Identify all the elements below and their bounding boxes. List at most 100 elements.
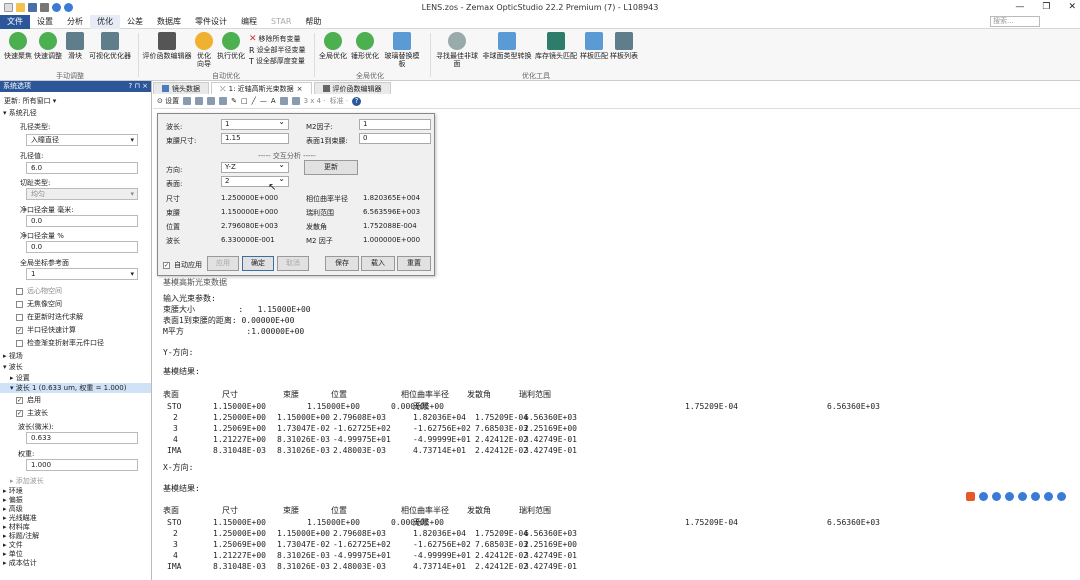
cancel-button[interactable]: 取消	[277, 256, 309, 271]
hammer-optimize-button[interactable]: 锤形优化	[350, 32, 380, 60]
update-button[interactable]: 更新	[304, 160, 358, 175]
primary-wavelength-checkbox[interactable]: ✓ 主波长	[16, 408, 48, 418]
search-input[interactable]: 搜索...	[990, 16, 1040, 27]
enable-checkbox[interactable]: ✓ 启用	[16, 395, 41, 405]
tab-lens-data[interactable]: 镜头数据	[153, 82, 209, 94]
tab-merit-editor[interactable]: 评价函数编辑器	[313, 82, 391, 94]
surface-select[interactable]: 2	[221, 174, 289, 187]
quick-adjust-button[interactable]: 快速调整	[34, 32, 62, 60]
menu-optimize[interactable]: 优化	[90, 14, 120, 29]
save-settings-button[interactable]: 保存	[325, 256, 359, 271]
text-icon[interactable]: A	[271, 97, 276, 105]
reset-settings-button[interactable]: 重置	[397, 256, 431, 271]
menu-setup[interactable]: 设置	[30, 15, 60, 29]
ok-button[interactable]: 确定	[242, 256, 274, 271]
skin-icon[interactable]	[1044, 492, 1053, 501]
settings-button[interactable]: ⊙ 设置	[157, 96, 179, 106]
punctuation-icon[interactable]	[992, 492, 1001, 501]
fast-semi-diameter-checkbox[interactable]: ✓ 半口径快速计算	[16, 325, 76, 335]
telecentric-checkbox[interactable]: 远心物空间	[16, 286, 62, 296]
asphere-type-convert-button[interactable]: 非球面类型转换	[482, 32, 532, 60]
voice-icon[interactable]	[1018, 492, 1027, 501]
line-icon[interactable]: ╱	[252, 97, 256, 105]
global-ref-select[interactable]: 1 ▾	[26, 268, 138, 280]
fields-section[interactable]: ▸ 视场	[3, 351, 23, 361]
quick-focus-button[interactable]: 快速聚焦	[4, 32, 32, 60]
close-button[interactable]: ✕	[1068, 2, 1076, 12]
maximize-button[interactable]: ❐	[1042, 2, 1050, 12]
refresh-icon[interactable]	[183, 97, 192, 105]
table-cell: 1.82036E+04	[413, 413, 466, 422]
dash-icon[interactable]: —	[260, 97, 267, 105]
global-optimize-button[interactable]: 全局优化	[318, 32, 348, 60]
keyboard-icon[interactable]	[1031, 492, 1040, 501]
aperture-section[interactable]: ▾ 系统孔径	[3, 108, 37, 118]
aperture-value-input[interactable]: 6.0	[26, 162, 138, 174]
clear-margin-mm-input[interactable]: 0.0	[26, 215, 138, 227]
panel-pin-icon[interactable]: ? ⊓ ×	[129, 81, 149, 92]
menu-help[interactable]: 帮助	[298, 15, 328, 29]
aperture-type-select[interactable]: 入瞳直径 ▾	[26, 134, 138, 146]
iterate-solves-checkbox[interactable]: 在更新时迭代求解	[16, 312, 83, 322]
slider-button[interactable]: 滑块	[64, 32, 86, 60]
wavelength-settings[interactable]: ▸ 设置	[10, 373, 30, 383]
add-wavelength-button[interactable]: ▸ 添加波长	[10, 476, 44, 486]
help-icon[interactable]: ?	[352, 96, 362, 106]
weight-input[interactable]: 1.000	[26, 459, 138, 471]
pencil-icon[interactable]: ✎	[231, 97, 237, 105]
wavelength-select[interactable]: 1	[221, 117, 289, 130]
layout-select[interactable]: 3 x 4 ·	[304, 97, 326, 105]
stock-lens-match-button[interactable]: 库存镜头匹配	[534, 32, 578, 60]
set-radius-variables[interactable]: R 设全部半径变量	[249, 45, 306, 55]
menu-star[interactable]: STAR	[264, 15, 298, 29]
remove-all-variables[interactable]: ✕ 移除所有变量	[249, 34, 301, 44]
tab-gaussian-beam[interactable]: ⤫ 1: 近轴高斯光束数据 ×	[211, 82, 312, 94]
toolbox-icon[interactable]	[1057, 492, 1066, 501]
col-divergence: 发散角	[467, 506, 491, 515]
optimize-run-button[interactable]: 执行优化	[216, 32, 246, 60]
load-settings-button[interactable]: 载入	[361, 256, 395, 271]
wavelength-1-item[interactable]: ▾ 波长 1 (0.633 um, 权重 = 1.000)	[0, 383, 151, 393]
cost-estimator-section[interactable]: ▸ 成本估计	[3, 558, 37, 568]
minimize-button[interactable]: —	[1015, 2, 1024, 12]
menu-programming[interactable]: 编程	[234, 15, 264, 29]
afocal-checkbox[interactable]: 无焦像空间	[16, 299, 62, 309]
table-cell: 2.79608E+03	[333, 529, 386, 538]
standard-select[interactable]: 标准 ·	[330, 96, 348, 106]
menu-tolerance[interactable]: 公差	[120, 15, 150, 29]
menu-file[interactable]: 文件	[0, 14, 30, 29]
save-icon[interactable]	[207, 97, 216, 105]
test-plate-list-button[interactable]: 样板列表	[610, 32, 638, 60]
wavelengths-section[interactable]: ▾ 波长	[3, 362, 23, 372]
rectangle-icon[interactable]: □	[241, 97, 248, 105]
emoji-icon[interactable]	[1005, 492, 1014, 501]
wavelength-input[interactable]: 0.633	[26, 432, 138, 444]
surface1-to-waist-input[interactable]: 0	[359, 133, 431, 144]
update-dropdown[interactable]: 更新: 所有窗口 ▾	[4, 96, 56, 106]
close-tab-icon[interactable]: ×	[297, 83, 303, 95]
test-plate-fit-button[interactable]: 样板匹配	[580, 32, 608, 60]
check-grin-checkbox[interactable]: 检查渐变折射率元件口径	[16, 338, 104, 348]
menu-analyze[interactable]: 分析	[60, 15, 90, 29]
sogou-logo-icon[interactable]	[966, 492, 975, 501]
apply-button[interactable]: 应用	[207, 256, 239, 271]
direction-select[interactable]: Y-Z	[221, 160, 289, 173]
language-icon[interactable]	[979, 492, 988, 501]
waist-size-input[interactable]: 1.15	[221, 133, 289, 144]
clear-margin-pct-input[interactable]: 0.0	[26, 241, 138, 253]
visual-optimizer-button[interactable]: 可视化优化器	[88, 32, 132, 60]
print-icon[interactable]	[219, 97, 228, 105]
optimization-wizard-button[interactable]: 优化 向导	[194, 32, 214, 68]
lock-icon[interactable]	[279, 97, 288, 105]
merit-function-editor-button[interactable]: 评价函数编辑器	[142, 32, 192, 60]
apodization-select[interactable]: 均匀 ▾	[26, 188, 138, 200]
menu-libraries[interactable]: 数据库	[150, 15, 188, 29]
glass-substitution-button[interactable]: 玻璃替换模板	[382, 32, 422, 68]
copy-icon[interactable]	[195, 97, 204, 105]
set-thickness-variables[interactable]: T 设全部厚度变量	[249, 56, 305, 66]
m2-factor-input[interactable]: 1	[359, 119, 431, 130]
auto-apply-checkbox[interactable]: ✓ 自动应用	[163, 260, 202, 270]
find-best-asphere-button[interactable]: 寻找最佳非球面	[434, 32, 480, 68]
menu-part-designer[interactable]: 零件设计	[188, 15, 234, 29]
window-icon[interactable]	[291, 97, 300, 105]
